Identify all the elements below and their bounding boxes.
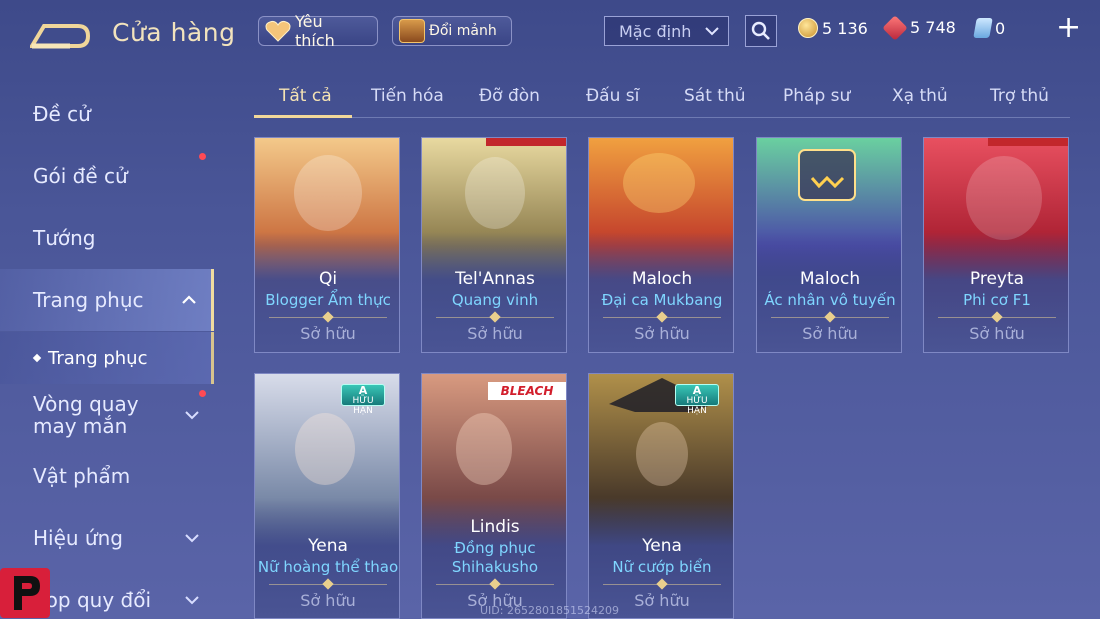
sidebar-item-recommended[interactable]: Đề cử: [0, 83, 214, 145]
sidebar: Đề cử Gói đề cử Tướng Trang phục Trang p…: [0, 64, 214, 619]
skin-card[interactable]: Maloch Ác nhân vô tuyến Sở hữu: [756, 137, 902, 353]
top-bar: Cửa hàng Yêu thích Đổi mảnh Mặc định 5 1…: [0, 0, 1100, 64]
sort-value: Mặc định: [619, 21, 692, 41]
hero-name: Yena: [308, 536, 348, 556]
gold-coin-icon: [798, 18, 818, 38]
premium-ribbon: [486, 138, 566, 146]
owned-status: Sở hữu: [969, 324, 1025, 343]
back-arrow-icon[interactable]: [28, 22, 92, 50]
bullet-icon: [32, 353, 42, 363]
sidebar-item-label: hop quy đổi: [33, 588, 152, 612]
bleach-collab-tag: BLEACH: [488, 382, 566, 400]
skin-name: Phi cơ F1: [963, 291, 1031, 309]
shard-exchange-button[interactable]: Đổi mảnh: [392, 16, 512, 46]
sidebar-item-skins[interactable]: Trang phục: [0, 269, 214, 331]
sort-dropdown[interactable]: Mặc định: [604, 16, 729, 46]
owned-status: Sở hữu: [300, 324, 356, 343]
gold-value: 5 136: [822, 18, 868, 38]
chevron-down-icon: [705, 27, 719, 36]
sidebar-item-heroes[interactable]: Tướng: [0, 207, 214, 269]
heart-icon: [265, 20, 291, 42]
tab-support[interactable]: Trợ thủ: [990, 86, 1049, 106]
voucher-value: 0: [995, 18, 1006, 38]
voucher-icon: [973, 18, 993, 38]
voucher-currency: 0: [973, 18, 1006, 38]
page-title: Cửa hàng: [112, 18, 236, 47]
sidebar-subitem-skins[interactable]: Trang phục: [0, 332, 214, 384]
chevron-up-icon: [182, 295, 196, 304]
sidebar-item-items[interactable]: Vật phẩm: [0, 445, 214, 507]
skin-card[interactable]: Maloch Đại ca Mukbang Sở hữu: [588, 137, 734, 353]
sidebar-item-label: Hiệu ứng: [33, 526, 123, 550]
sidebar-item-label: Tướng: [33, 226, 96, 250]
search-button[interactable]: [745, 15, 777, 47]
limited-tag: A HỮU HẠN: [341, 384, 385, 416]
chevron-down-icon: [185, 534, 199, 543]
tab-marksman[interactable]: Xạ thủ: [892, 86, 948, 106]
hero-name: Qi: [318, 269, 338, 289]
skin-card[interactable]: A HỮU HẠN Yena Nữ cướp biển Sở hữu: [588, 373, 734, 619]
skin-name: Blogger Ẩm thực: [265, 291, 391, 309]
premium-ribbon: [988, 138, 1068, 146]
gem-value: 5 748: [910, 18, 956, 37]
skin-card[interactable]: A HỮU HẠN Yena Nữ hoàng thể thao Sở hữu: [254, 373, 400, 619]
chest-icon: [399, 19, 425, 43]
tab-tank[interactable]: Đỡ đòn: [479, 86, 540, 106]
owned-status: Sở hữu: [802, 324, 858, 343]
sidebar-item-label: Gói đề cử: [33, 164, 128, 188]
skin-card[interactable]: Preyta Phi cơ F1 Sở hữu: [923, 137, 1069, 353]
gem-currency: 5 748: [882, 14, 956, 41]
skin-name: Ác nhân vô tuyến: [764, 291, 896, 309]
tab-assassin[interactable]: Sát thủ: [684, 86, 746, 106]
skin-name: Nữ hoàng thể thao: [257, 558, 399, 576]
skin-card[interactable]: Tel'Annas Quang vinh Sở hữu: [421, 137, 567, 353]
skin-card[interactable]: Qi Blogger Ẩm thực Sở hữu: [254, 137, 400, 353]
active-tab-indicator: [254, 115, 352, 118]
category-tabs: Tất cả Tiến hóa Đỡ đòn Đấu sĩ Sát thủ Ph…: [254, 74, 1070, 118]
add-currency-button[interactable]: +: [1056, 13, 1081, 43]
owned-status: Sở hữu: [467, 324, 523, 343]
skin-name: Đại ca Mukbang: [601, 291, 723, 309]
sidebar-item-bundles[interactable]: Gói đề cử: [0, 145, 214, 207]
chevron-down-icon: [185, 411, 199, 420]
sidebar-item-label: Vật phẩm: [33, 464, 131, 488]
user-id: UID: 2652801851524209: [480, 604, 619, 617]
red-gem-icon: [882, 14, 908, 41]
skin-name: Quang vinh: [451, 291, 539, 309]
skin-name: Nữ cướp biển: [612, 558, 712, 576]
skin-name: Đồng phục Shihakusho: [451, 539, 539, 576]
sidebar-item-label: Đề cử: [33, 102, 91, 126]
sidebar-item-lucky-wheel[interactable]: Vòng quay may mắn: [0, 384, 214, 446]
skin-card[interactable]: BLEACH Lindis Đồng phục Shihakusho Sở hữ…: [421, 373, 567, 619]
sidebar-item-effects[interactable]: Hiệu ứng: [0, 507, 214, 569]
watermark-logo-icon: [0, 568, 50, 618]
notification-dot: [199, 153, 206, 160]
limited-tag: A HỮU HẠN: [675, 384, 719, 416]
hero-name: Maloch: [631, 269, 693, 289]
search-icon: [751, 21, 770, 40]
tab-evolution[interactable]: Tiến hóa: [371, 86, 444, 106]
favorite-button[interactable]: Yêu thích: [258, 12, 378, 50]
shard-label: Đổi mảnh: [429, 23, 497, 39]
hero-name: Maloch: [799, 269, 861, 289]
notification-dot: [199, 390, 206, 397]
sidebar-item-label: Vòng quay may mắn: [33, 392, 139, 438]
tab-fighter[interactable]: Đấu sĩ: [586, 86, 639, 106]
hero-name: Preyta: [969, 269, 1025, 289]
chevron-down-icon: [185, 596, 199, 605]
hero-name: Lindis: [470, 517, 520, 537]
gold-currency: 5 136: [798, 18, 868, 38]
sidebar-subitem-label: Trang phục: [48, 347, 148, 369]
tab-mage[interactable]: Pháp sư: [783, 86, 850, 106]
owned-status: Sở hữu: [634, 324, 690, 343]
hero-name: Yena: [642, 536, 682, 556]
tab-all[interactable]: Tất cả: [279, 86, 332, 106]
hero-name: Tel'Annas: [455, 269, 535, 289]
favorite-label: Yêu thích: [295, 12, 335, 50]
owned-status: Sở hữu: [300, 591, 356, 610]
sidebar-item-label: Trang phục: [33, 288, 144, 312]
